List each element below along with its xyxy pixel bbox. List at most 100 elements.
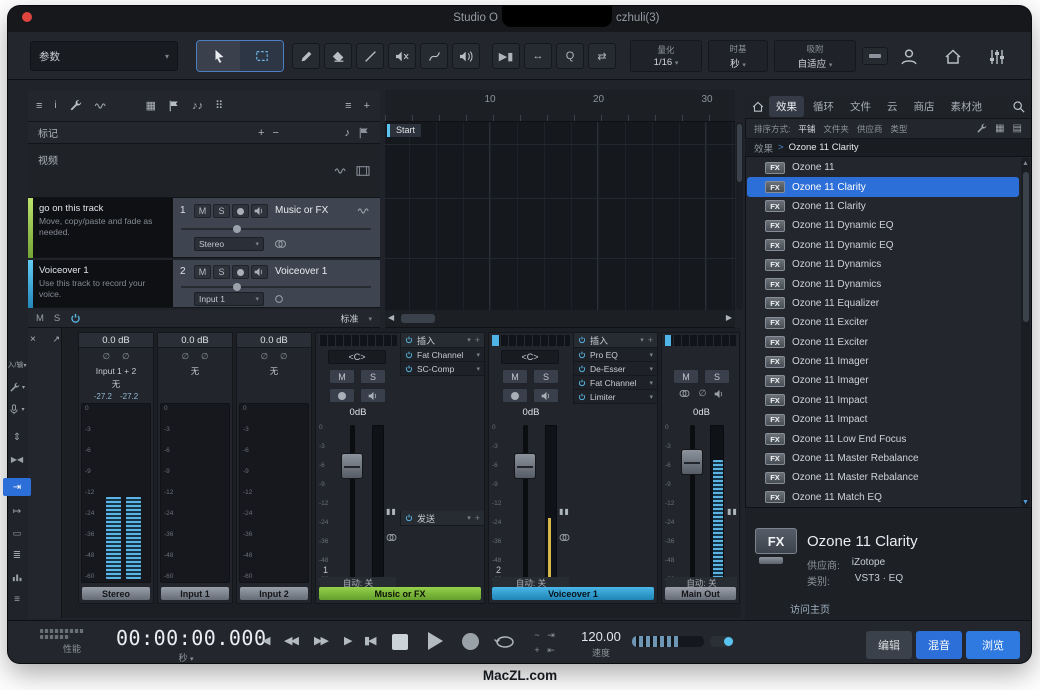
mute-tool-button[interactable] <box>388 43 416 69</box>
quantize-tool-button[interactable]: Q <box>556 43 584 69</box>
channel-label[interactable]: Input 2 <box>240 587 308 600</box>
track-header[interactable]: 1 M S Music or FX Stereo▾ <box>173 198 380 258</box>
pause-icon[interactable]: ▮▮ <box>727 507 738 516</box>
slider-handle[interactable] <box>233 283 241 291</box>
list-item[interactable]: FXOzone 11 Equalizer <box>747 294 1019 313</box>
fader-handle[interactable] <box>341 453 363 479</box>
insert-slot[interactable]: Pro EQ▾ <box>574 348 657 362</box>
monitor-button[interactable] <box>251 265 268 279</box>
pause-icon[interactable]: ▮▮ <box>559 507 570 516</box>
mixer-channel-musicfx[interactable]: <C> M S 0dB 0-3-6-9-12-24-36-48-60 ▮▮ 1 … <box>315 332 485 604</box>
record-arm-button[interactable] <box>329 388 355 403</box>
stereo-icon[interactable] <box>273 239 288 249</box>
monitor-button[interactable] <box>533 388 559 403</box>
mixer-channel-main-out[interactable]: M S ∅ 0dB 0-3-6-9-12-24-36-48-60 ▮▮ 自动: … <box>661 332 740 604</box>
snap-mode-button[interactable] <box>862 47 888 65</box>
record-arm-button[interactable] <box>232 204 249 218</box>
route-icon[interactable]: ↦ <box>3 502 31 520</box>
notes-icon[interactable]: ♪♪ <box>192 100 203 112</box>
beat-toggle[interactable] <box>710 636 734 647</box>
tab-effects[interactable]: 效果 <box>769 96 804 117</box>
fader-track[interactable] <box>523 425 528 581</box>
add-insert-button[interactable]: + <box>475 335 480 345</box>
timebase-selector[interactable]: 时基 秒 ▾ <box>708 40 768 72</box>
solo-button[interactable]: S <box>213 265 230 279</box>
mute-button[interactable]: M <box>194 204 211 218</box>
track-name[interactable]: Music or FX <box>275 205 328 216</box>
list-item[interactable]: FXOzone 11 Master Rebalance <box>747 449 1019 468</box>
volume-slider[interactable] <box>181 228 371 230</box>
mono-icon[interactable] <box>273 294 285 304</box>
channel-label[interactable]: Main Out <box>665 587 736 600</box>
listen-tool-button[interactable] <box>452 43 480 69</box>
channel-label[interactable]: Input 1 <box>161 587 229 600</box>
breadcrumb-root[interactable]: 效果 <box>754 141 773 155</box>
params-dropdown[interactable]: 参数 ▾ <box>30 41 178 71</box>
io-dropdown[interactable]: Stereo▾ <box>194 237 264 251</box>
mute-button[interactable]: M <box>329 369 355 384</box>
tools-menu[interactable]: ▾ <box>3 378 31 396</box>
mute-button[interactable]: M <box>194 265 211 279</box>
menu-icon[interactable]: ≡ <box>3 590 31 608</box>
scroll-left-icon[interactable]: ◀ <box>388 313 394 322</box>
link-view-icon[interactable]: ⇥ <box>3 478 31 496</box>
sort-type[interactable]: 类型 <box>890 123 907 135</box>
play-button[interactable] <box>428 632 443 650</box>
add-marker-button[interactable]: + <box>258 127 264 139</box>
snap-selector[interactable]: 吸附 自适应 ▾ <box>774 40 856 72</box>
scroll-right-icon[interactable]: ▶ <box>726 313 732 322</box>
bend-tool-button[interactable] <box>420 43 448 69</box>
pan-control[interactable]: <C> <box>501 350 559 364</box>
homepage-link[interactable]: 访问主页 <box>790 601 830 616</box>
solo-button[interactable]: S <box>213 204 230 218</box>
click-settings-icon[interactable]: + <box>530 645 544 656</box>
tab-shop[interactable]: 商店 <box>907 96 942 117</box>
list-item[interactable]: FXOzone 11 Clarity <box>747 197 1019 216</box>
list-item[interactable]: FXOzone 11 Imager <box>747 352 1019 371</box>
mode-dropdown[interactable]: 标准 <box>340 312 358 325</box>
layers-icon[interactable]: ⠿ <box>215 99 223 112</box>
tab-files[interactable]: 文件 <box>843 96 878 117</box>
inserts-header[interactable]: 插入 ▾ + <box>400 333 484 348</box>
home-icon[interactable] <box>751 100 765 114</box>
stereo-icon[interactable] <box>385 533 398 542</box>
expand-icon[interactable]: ⇕ <box>3 428 31 446</box>
io-selector[interactable]: 入/输▾ <box>3 356 31 374</box>
scroll-down-icon[interactable]: ▼ <box>1022 499 1029 506</box>
list-item[interactable]: FXOzone 11 Exciter <box>747 333 1019 352</box>
home-button[interactable] <box>942 46 964 68</box>
solo-button[interactable]: S <box>704 369 730 384</box>
list-item[interactable]: FXOzone 11 Dynamics <box>747 274 1019 293</box>
remove-marker-button[interactable]: − <box>272 127 278 139</box>
list-item[interactable]: FXOzone 11 Impact <box>747 410 1019 429</box>
narrow-channels-icon[interactable]: ▶◀ <box>3 450 31 468</box>
mix-view-button[interactable]: 混音 <box>916 631 962 659</box>
speaker-icon[interactable] <box>714 389 725 399</box>
list-item[interactable]: FXOzone 11 Impact <box>747 391 1019 410</box>
gain-readout[interactable]: 0.0 dB <box>158 333 232 348</box>
list-item[interactable]: FXOzone 11 Low End Focus <box>747 429 1019 448</box>
time-display[interactable]: 00:00:00.000 <box>116 626 256 650</box>
metronome-icon[interactable]: ~ <box>530 630 544 641</box>
next-marker-button[interactable]: ▶ <box>344 634 350 647</box>
mix-view-button[interactable] <box>986 46 1008 68</box>
track-header[interactable]: 2 M S Voiceover 1 Input 1▾ <box>173 260 380 308</box>
list-item[interactable]: FXOzone 11 Dynamics <box>747 255 1019 274</box>
fader-handle[interactable] <box>514 453 536 479</box>
fader-track[interactable] <box>350 425 355 581</box>
mute-button[interactable]: M <box>673 369 699 384</box>
rows-icon[interactable]: ≣ <box>3 546 31 564</box>
wrench-icon[interactable] <box>69 99 82 112</box>
macro-tools-button[interactable]: ⇄ <box>588 43 616 69</box>
scroll-thumb[interactable] <box>401 314 435 323</box>
solo-button[interactable]: S <box>533 369 559 384</box>
browse-view-button[interactable]: 浏览 <box>966 631 1020 659</box>
record-button[interactable] <box>462 633 479 650</box>
quantize-selector[interactable]: 量化 1/16 ▾ <box>630 40 702 72</box>
meters-icon[interactable] <box>3 568 31 586</box>
insert-slot[interactable]: SC-Comp▾ <box>401 362 484 376</box>
arrow-tool-button[interactable] <box>197 41 240 71</box>
mono-sum-icon[interactable] <box>678 389 691 398</box>
arrange-hscrollbar[interactable]: ◀ ▶ <box>385 310 735 328</box>
arrange-vscrollbar[interactable] <box>736 122 743 310</box>
